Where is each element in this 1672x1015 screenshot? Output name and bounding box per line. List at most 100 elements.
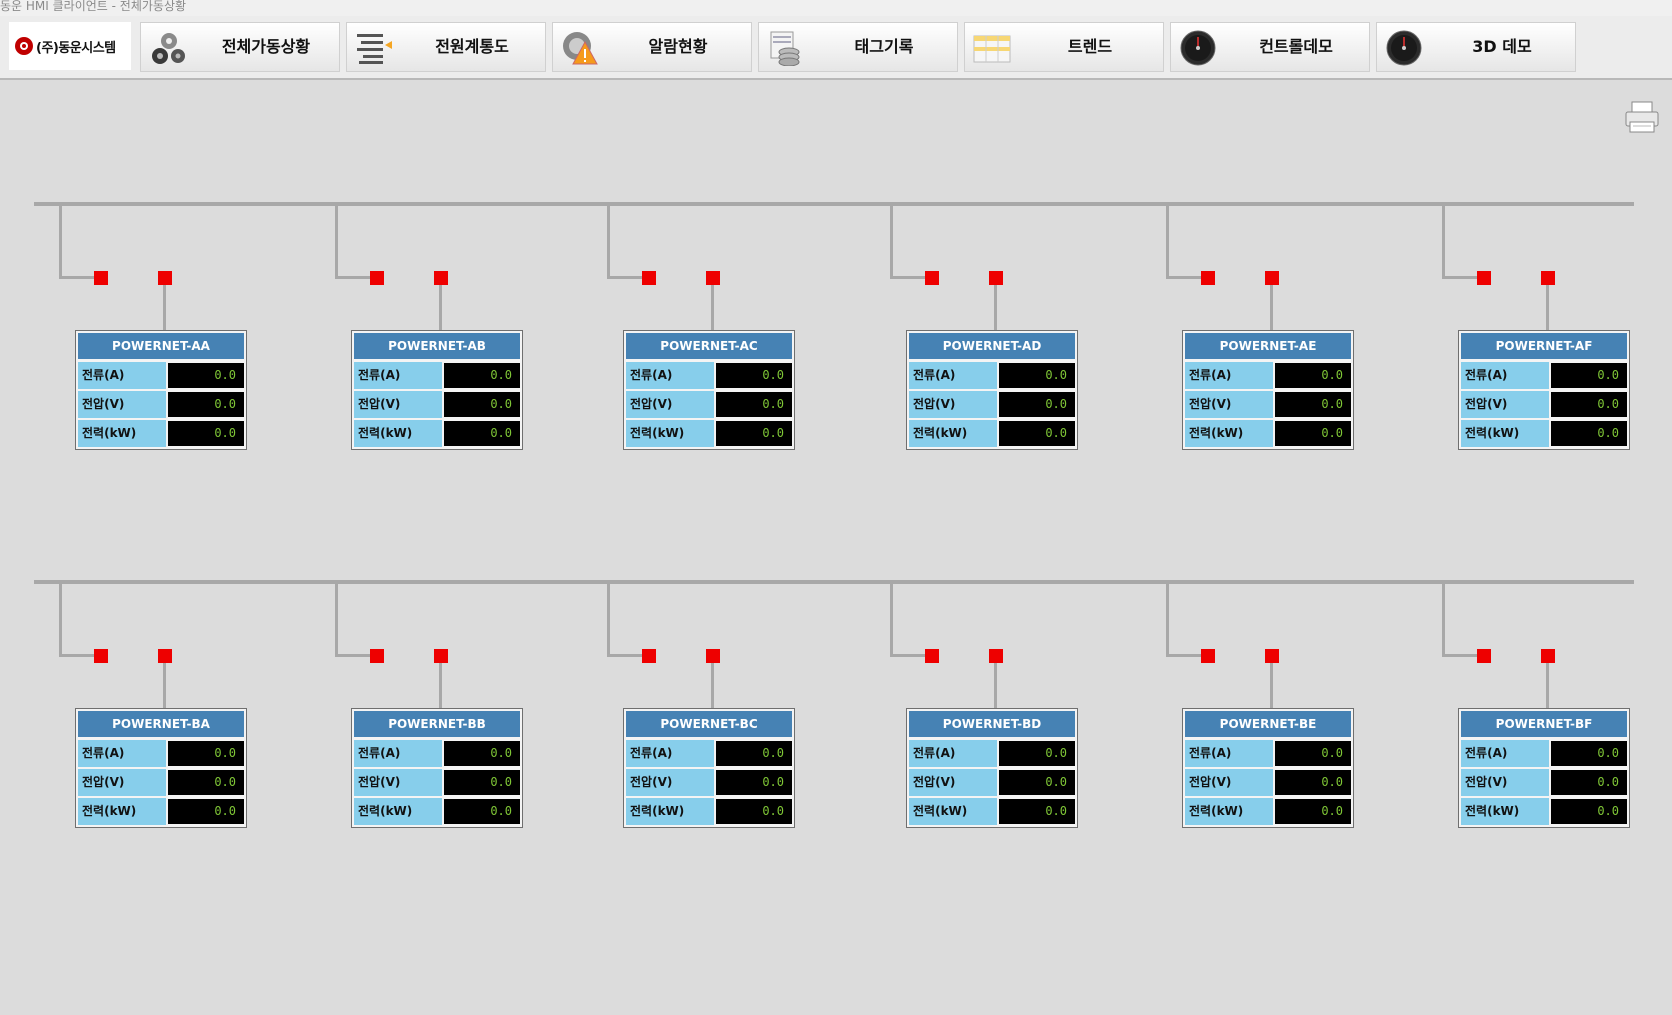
measure-label: 전류(A) bbox=[1185, 740, 1273, 767]
powernet-panel[interactable]: POWERNET-AA 전류(A) 0.0 전압(V) 0.0 전력(kW) 0.0 bbox=[75, 330, 247, 450]
powernet-panel[interactable]: POWERNET-AE 전류(A) 0.0 전압(V) 0.0 전력(kW) 0.0 bbox=[1182, 330, 1354, 450]
measure-value: 0.0 bbox=[168, 421, 244, 446]
measure-label: 전력(kW) bbox=[1185, 420, 1273, 447]
power-row: 전력(kW) 0.0 bbox=[354, 798, 520, 825]
measure-value: 0.0 bbox=[444, 392, 520, 417]
powernet-panel[interactable]: POWERNET-AD 전류(A) 0.0 전압(V) 0.0 전력(kW) 0.0 bbox=[906, 330, 1078, 450]
breaker-indicator[interactable] bbox=[1477, 649, 1491, 663]
powernet-panel[interactable]: POWERNET-BD 전류(A) 0.0 전압(V) 0.0 전력(kW) 0.0 bbox=[906, 708, 1078, 828]
measure-value: 0.0 bbox=[1275, 799, 1351, 824]
breaker-indicator[interactable] bbox=[1541, 271, 1555, 285]
breaker-indicator[interactable] bbox=[370, 649, 384, 663]
feeder-link-line bbox=[607, 654, 642, 657]
measure-value: 0.0 bbox=[1551, 392, 1627, 417]
measure-label: 전압(V) bbox=[354, 769, 442, 796]
breaker-indicator[interactable] bbox=[1265, 271, 1279, 285]
measure-value: 0.0 bbox=[1275, 421, 1351, 446]
powernet-panel[interactable]: POWERNET-AC 전류(A) 0.0 전압(V) 0.0 전력(kW) 0.0 bbox=[623, 330, 795, 450]
measure-value: 0.0 bbox=[1551, 799, 1627, 824]
tab-tag-log[interactable]: 태그기록 bbox=[758, 22, 958, 72]
feeder-link-line bbox=[1442, 654, 1477, 657]
tab-label: 3D 데모 bbox=[1472, 37, 1532, 56]
power-row: 전력(kW) 0.0 bbox=[1461, 420, 1627, 447]
tab-overall-status[interactable]: 전체가동상황 bbox=[140, 22, 340, 72]
feeder-drop-line bbox=[59, 580, 62, 657]
breaker-indicator[interactable] bbox=[158, 649, 172, 663]
printer-icon[interactable] bbox=[1624, 100, 1660, 134]
measure-value: 0.0 bbox=[444, 363, 520, 388]
power-row: 전력(kW) 0.0 bbox=[78, 798, 244, 825]
feeder-drop-line bbox=[890, 202, 893, 279]
tab-power-diagram[interactable]: 전원계통도 bbox=[346, 22, 546, 72]
panel-title: POWERNET-BC bbox=[626, 711, 792, 737]
measure-value: 0.0 bbox=[1275, 770, 1351, 795]
measure-value: 0.0 bbox=[1275, 363, 1351, 388]
powernet-panel[interactable]: POWERNET-BA 전류(A) 0.0 전압(V) 0.0 전력(kW) 0.0 bbox=[75, 708, 247, 828]
breaker-indicator[interactable] bbox=[370, 271, 384, 285]
powernet-panel[interactable]: POWERNET-BF 전류(A) 0.0 전압(V) 0.0 전력(kW) 0.0 bbox=[1458, 708, 1630, 828]
breaker-indicator[interactable] bbox=[642, 649, 656, 663]
breaker-indicator[interactable] bbox=[94, 271, 108, 285]
panel-connector-line bbox=[163, 285, 166, 330]
measure-label: 전압(V) bbox=[1461, 391, 1549, 418]
powernet-panel[interactable]: POWERNET-BC 전류(A) 0.0 전압(V) 0.0 전력(kW) 0.0 bbox=[623, 708, 795, 828]
measure-label: 전압(V) bbox=[78, 391, 166, 418]
powernet-panel[interactable]: POWERNET-BB 전류(A) 0.0 전압(V) 0.0 전력(kW) 0.0 bbox=[351, 708, 523, 828]
voltage-row: 전압(V) 0.0 bbox=[354, 391, 520, 418]
power-row: 전력(kW) 0.0 bbox=[354, 420, 520, 447]
feeder-drop-line bbox=[1442, 580, 1445, 657]
tab-control-demo[interactable]: 컨트롤데모 bbox=[1170, 22, 1370, 72]
measure-value: 0.0 bbox=[444, 741, 520, 766]
breaker-indicator[interactable] bbox=[1265, 649, 1279, 663]
current-row: 전류(A) 0.0 bbox=[1185, 740, 1351, 767]
panel-connector-line bbox=[711, 285, 714, 330]
tab-alarm-status[interactable]: 알람현황 bbox=[552, 22, 752, 72]
measure-label: 전력(kW) bbox=[354, 798, 442, 825]
measure-value: 0.0 bbox=[1275, 392, 1351, 417]
window-title: 동운 HMI 클라이언트 - 전체가동상황 bbox=[0, 0, 1672, 16]
feeder-drop-line bbox=[607, 580, 610, 657]
breaker-indicator[interactable] bbox=[94, 649, 108, 663]
voltage-row: 전압(V) 0.0 bbox=[909, 391, 1075, 418]
powernet-panel[interactable]: POWERNET-AB 전류(A) 0.0 전압(V) 0.0 전력(kW) 0.0 bbox=[351, 330, 523, 450]
current-row: 전류(A) 0.0 bbox=[626, 740, 792, 767]
feeder-drop-line bbox=[335, 202, 338, 279]
measure-label: 전류(A) bbox=[909, 362, 997, 389]
powernet-panel[interactable]: POWERNET-AF 전류(A) 0.0 전압(V) 0.0 전력(kW) 0.0 bbox=[1458, 330, 1630, 450]
voltage-row: 전압(V) 0.0 bbox=[1461, 391, 1627, 418]
breaker-indicator[interactable] bbox=[925, 649, 939, 663]
breaker-indicator[interactable] bbox=[434, 649, 448, 663]
panel-title: POWERNET-AF bbox=[1461, 333, 1627, 359]
current-row: 전류(A) 0.0 bbox=[78, 740, 244, 767]
breaker-indicator[interactable] bbox=[1541, 649, 1555, 663]
panel-title: POWERNET-BF bbox=[1461, 711, 1627, 737]
measure-label: 전압(V) bbox=[909, 391, 997, 418]
tab-label: 전원계통도 bbox=[435, 37, 509, 56]
measure-label: 전류(A) bbox=[626, 362, 714, 389]
breaker-indicator[interactable] bbox=[989, 649, 1003, 663]
breaker-indicator[interactable] bbox=[642, 271, 656, 285]
measure-value: 0.0 bbox=[1275, 741, 1351, 766]
breaker-indicator[interactable] bbox=[1477, 271, 1491, 285]
toolbar: (주)동운시스템 전체가동상황 전원계통도 알람현황 태그기록 트렌드 컨트롤데… bbox=[0, 16, 1672, 80]
power-row: 전력(kW) 0.0 bbox=[626, 420, 792, 447]
measure-value: 0.0 bbox=[999, 799, 1075, 824]
measure-label: 전류(A) bbox=[1461, 362, 1549, 389]
breaker-indicator[interactable] bbox=[706, 271, 720, 285]
power-row: 전력(kW) 0.0 bbox=[78, 420, 244, 447]
feeder-link-line bbox=[890, 654, 925, 657]
tab-3d-demo[interactable]: 3D 데모 bbox=[1376, 22, 1576, 72]
measure-value: 0.0 bbox=[716, 363, 792, 388]
tab-trend[interactable]: 트렌드 bbox=[964, 22, 1164, 72]
breaker-indicator[interactable] bbox=[989, 271, 1003, 285]
breaker-indicator[interactable] bbox=[925, 271, 939, 285]
breaker-indicator[interactable] bbox=[1201, 649, 1215, 663]
breaker-indicator[interactable] bbox=[158, 271, 172, 285]
powernet-panel[interactable]: POWERNET-BE 전류(A) 0.0 전압(V) 0.0 전력(kW) 0.0 bbox=[1182, 708, 1354, 828]
measure-value: 0.0 bbox=[716, 799, 792, 824]
breaker-indicator[interactable] bbox=[434, 271, 448, 285]
feeder-link-line bbox=[335, 276, 370, 279]
breaker-indicator[interactable] bbox=[706, 649, 720, 663]
breaker-indicator[interactable] bbox=[1201, 271, 1215, 285]
measure-label: 전류(A) bbox=[1185, 362, 1273, 389]
